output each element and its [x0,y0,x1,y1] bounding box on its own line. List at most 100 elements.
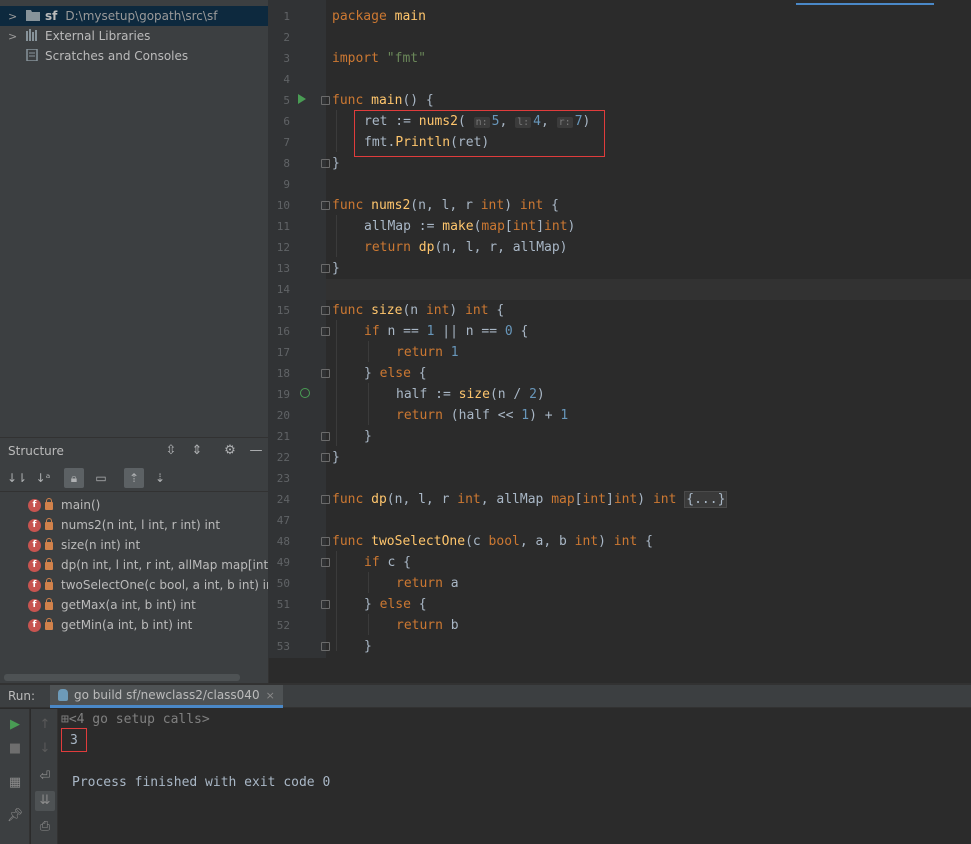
line-number: 17 [276,346,290,359]
expand-all-icon[interactable]: ⇳ [162,442,180,460]
stop-icon[interactable]: ■ [5,739,25,759]
fold-icon[interactable] [321,495,330,504]
editor-tab-indicator [796,3,934,5]
line-number: 13 [276,262,290,275]
line-number: 14 [276,283,290,296]
fold-icon[interactable] [321,159,330,168]
fold-icon[interactable] [321,537,330,546]
line-number: 1 [283,10,290,23]
project-panel: > sf D:\mysetup\gopath\src\sf > External … [0,0,268,437]
line-number: 3 [283,52,290,65]
indent-guide [368,572,369,593]
expand-icon[interactable]: ⊞ [61,712,69,727]
fold-icon[interactable] [321,432,330,441]
structure-item-twoselectone[interactable]: f twoSelectOne(c bool, a int, b int) int [0,575,268,595]
autoscroll-to-source-icon[interactable]: ⇡ [124,468,144,488]
code-editor[interactable]: 1 2 3 4 5 6 7 8 9 10 11 12 13 14 15 16 1… [268,0,971,658]
fold-icon[interactable] [321,558,330,567]
line-number: 51 [276,598,290,611]
lock-icon [45,578,53,590]
gear-icon[interactable]: ⚙ [221,442,239,460]
structure-item-getmin[interactable]: f getMin(a int, b int) int [0,615,268,635]
code-line: return a [396,576,459,591]
line-number: 48 [276,535,290,548]
indent-guide [368,341,369,362]
autoscroll-from-source-icon[interactable]: ⇣ [150,468,170,488]
show-fields-icon[interactable]: ▭ [91,468,111,488]
layout-icon[interactable]: ▦ [5,773,25,793]
gopher-icon [58,689,68,701]
structure-panel: Structure ⇳ ⇕ ⚙ — ↓⇂ ↓ᵃ 🔒︎ ▭ ⇡ ⇣ f main(… [0,437,268,683]
lock-icon [45,498,53,510]
structure-item-size[interactable]: f size(n int) int [0,535,268,555]
sort-alphabetically-icon[interactable]: ↓ᵃ [33,468,53,488]
print-icon[interactable]: ⎙ [35,817,55,837]
scroll-to-end-icon[interactable]: ⇊ [35,791,55,811]
indent-guide [336,110,337,152]
line-number: 22 [276,451,290,464]
project-path: D:\mysetup\gopath\src\sf [65,9,218,23]
structure-item-getmax[interactable]: f getMax(a int, b int) int [0,595,268,615]
fold-icon[interactable] [321,642,330,651]
structure-item-main[interactable]: f main() [0,495,268,515]
code-line: func dp(n, l, r int, allMap map[int]int)… [332,491,728,508]
run-config-tab[interactable]: go build sf/newclass2/class040 × [50,685,283,708]
current-line-highlight [326,279,971,300]
scratches-icon [26,47,40,64]
structure-item-nums2[interactable]: f nums2(n int, l int, r int) int [0,515,268,535]
code-line: func twoSelectOne(c bool, a, b int) int … [332,534,653,549]
setup-calls-line[interactable]: ⊞<4 go setup calls> [61,712,210,727]
chevron-right-icon[interactable]: > [8,10,18,23]
minimize-icon[interactable]: — [247,442,265,460]
arrow-down-icon[interactable]: ↓ [35,739,55,759]
chevron-right-icon[interactable]: > [8,30,18,43]
soft-wrap-icon[interactable]: ⏎ [35,767,55,787]
code-line: func size(n int) int { [332,303,505,318]
run-icon[interactable] [298,94,306,104]
fold-icon[interactable] [321,201,330,210]
line-number: 19 [276,388,290,401]
library-icon [26,28,40,44]
arrow-up-icon[interactable]: ↑ [35,715,55,735]
collapse-all-icon[interactable]: ⇕ [188,442,206,460]
fold-icon[interactable] [321,369,330,378]
project-name: sf [45,9,58,23]
external-libraries-item[interactable]: > External Libraries [0,26,268,46]
fold-icon[interactable] [321,264,330,273]
fold-icon[interactable] [321,96,330,105]
scratches-item[interactable]: Scratches and Consoles [0,46,268,66]
line-number: 10 [276,199,290,212]
show-non-public-icon[interactable]: 🔒︎ [64,468,84,488]
code-line: } [332,450,340,465]
structure-item-dp[interactable]: f dp(n int, l int, r int, allMap map[int… [0,555,268,575]
line-number: 16 [276,325,290,338]
project-root-item[interactable]: > sf D:\mysetup\gopath\src\sf [0,6,268,26]
fold-icon[interactable] [321,600,330,609]
fold-icon[interactable] [321,306,330,315]
structure-title: Structure [8,444,64,458]
fold-icon[interactable] [321,453,330,462]
fold-icon[interactable] [321,327,330,336]
sort-by-visibility-icon[interactable]: ↓⇂ [7,468,27,488]
setup-calls-text: <4 go setup calls> [68,712,210,727]
run-header: Run: go build sf/newclass2/class040 × [0,685,971,708]
lock-icon [45,598,53,610]
function-icon: f [28,518,41,532]
structure-horizontal-scrollbar[interactable] [4,674,240,681]
code-line: if n == 1 || n == 0 { [364,324,529,339]
close-icon[interactable]: × [266,689,275,702]
pin-icon[interactable]: 📌︎ [5,806,25,826]
code-line: return dp(n, l, r, allMap) [364,240,568,255]
indent-guide [336,320,337,446]
line-number: 2 [283,31,290,44]
folded-region[interactable]: {...} [684,491,728,508]
function-icon: f [28,538,41,552]
rerun-icon[interactable]: ▶ [5,715,25,735]
code-line: func main() { [332,93,434,108]
function-icon: f [28,558,41,572]
line-number: 24 [276,493,290,506]
line-number: 18 [276,367,290,380]
code-line: } else { [364,366,427,381]
lock-icon [45,518,53,530]
line-number: 6 [283,115,290,128]
